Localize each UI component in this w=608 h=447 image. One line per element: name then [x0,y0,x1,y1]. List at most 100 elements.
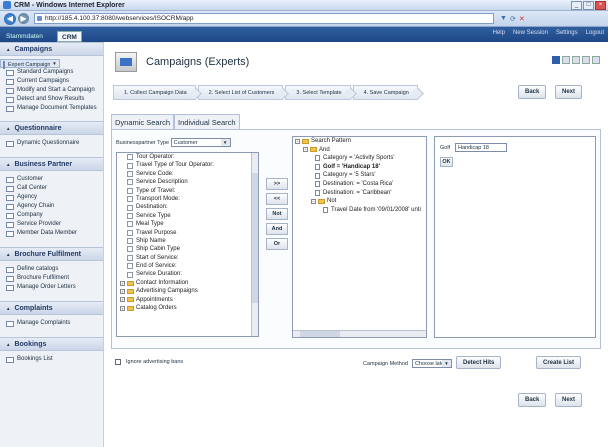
step-select-customers[interactable]: 2. Select List of Customers [197,85,284,100]
save-icon[interactable] [552,56,560,64]
tree-condition[interactable]: Destination: = 'Caribbean' [293,189,426,198]
maximize-button[interactable]: □ [583,1,594,10]
sidebar-section-campaigns[interactable]: Campaigns [0,42,103,56]
back-button-bottom[interactable]: Back [518,393,547,407]
sidebar-item-expert-campaigns[interactable]: Expert Campaigns [0,59,60,69]
export-icon[interactable] [562,56,570,64]
sidebar-item-document-templates[interactable]: Manage Document Templates [0,104,103,113]
list-item[interactable]: Type of Travel: [117,187,258,195]
sidebar-item-order-letters[interactable]: Manage Order Letters [0,283,103,292]
tree-not-node[interactable]: − Not [293,197,426,206]
list-item[interactable]: Travel Purpose [117,229,258,237]
next-button-bottom[interactable]: Next [555,393,583,407]
sidebar-section-questionnaire[interactable]: Questionnaire [0,121,103,135]
tree-and-node[interactable]: − And [293,146,426,155]
detect-hits-button[interactable]: Detect Hits [456,356,502,369]
tree-condition[interactable]: Destination: = 'Costa Rica' [293,180,426,189]
tree-scrollbar[interactable] [293,330,426,337]
sidebar-item-agency[interactable]: Agency [0,193,103,202]
add-button[interactable]: >> [266,178,288,190]
step-collect-data[interactable]: 1. Collect Campaign Data [113,85,196,100]
back-arrow-icon[interactable]: ◀ [4,12,16,25]
list-item[interactable]: Service Description [117,178,258,186]
step-select-template[interactable]: 3. Select Template [285,85,351,100]
not-button[interactable]: Not [266,208,288,220]
settings-link[interactable]: Settings [556,30,578,36]
refresh-icon[interactable]: ⟳ [510,15,516,23]
tab-stammdaten[interactable]: Stammdaten [2,31,47,42]
tab-crm[interactable]: CRM [57,31,82,42]
forward-arrow-icon[interactable]: ▶ [18,13,29,24]
tab-individual-search[interactable]: Individual Search [174,114,240,129]
sidebar-item-detect-results[interactable]: Detect and Show Results [0,95,103,104]
collapse-icon[interactable]: − [311,198,316,204]
sidebar-section-complaints[interactable]: Complaints [0,301,103,315]
list-item[interactable]: Service Code: [117,170,258,178]
and-button[interactable]: And [266,223,288,235]
print-icon[interactable] [572,56,580,64]
folder-item[interactable]: + Contact Information [117,279,258,287]
close-button[interactable]: × [595,1,606,10]
remove-button[interactable]: << [266,193,288,205]
step-save-campaign[interactable]: 4. Save Campaign [352,85,418,100]
sidebar-item-brochure-fulfilment[interactable]: Brochure Fulfilment [0,274,103,283]
list-item[interactable]: Service Duration: [117,270,258,278]
expand-icon[interactable]: + [120,297,125,303]
scroll-thumb[interactable] [300,331,340,337]
sidebar-item-define-catalogs[interactable]: Define catalogs [0,265,103,274]
tree-condition[interactable]: Category = '5 Stars' [293,171,426,180]
sidebar-item-standard-campaigns[interactable]: Standard Campaigns [0,68,103,77]
create-list-button[interactable]: Create List [536,356,582,369]
bp-type-select[interactable]: Customer [170,138,231,147]
minimize-button[interactable]: _ [571,1,582,10]
sidebar-item-modify-campaign[interactable]: Modify and Start a Campaign [0,86,103,95]
tree-condition[interactable]: Travel Date from '09/01/2008' unti [293,206,426,215]
attribute-list[interactable]: Tour Operator: Travel Type of Tour Opera… [116,152,259,337]
list-item[interactable]: Start of Service: [117,254,258,262]
list-scrollbar[interactable] [251,153,258,336]
sidebar-item-company[interactable]: Company [0,211,103,220]
sidebar-section-bookings[interactable]: Bookings [0,337,103,351]
tree-condition[interactable]: Category = 'Activity Sports' [293,154,426,163]
sidebar-item-agency-chain[interactable]: Agency Chain [0,202,103,211]
dropdown-icon[interactable]: ▼ [500,15,507,23]
copy-icon[interactable] [592,56,600,64]
ignore-bans-checkbox[interactable] [115,359,121,365]
new-session-link[interactable]: New Session [513,30,548,36]
sidebar-item-service-provider[interactable]: Service Provider [0,220,103,229]
folder-item[interactable]: + Advertising Campaigns [117,287,258,295]
delete-icon[interactable] [582,56,590,64]
list-item[interactable]: Transport Mode: [117,195,258,203]
sidebar-item-bookings-list[interactable]: Bookings List [0,355,103,364]
expand-icon[interactable]: + [120,280,125,286]
sidebar-item-manage-complaints[interactable]: Manage Complaints [0,319,103,328]
or-button[interactable]: Or [266,238,288,250]
sidebar-item-current-campaigns[interactable]: Current Campaigns [0,77,103,86]
stop-icon[interactable]: ✕ [519,15,525,23]
list-item[interactable]: End of Service: [117,262,258,270]
help-link[interactable]: Help [493,30,505,36]
folder-item[interactable]: + Catalog Orders [117,304,258,312]
tab-dynamic-search[interactable]: Dynamic Search [111,114,175,129]
tree-condition-selected[interactable]: Golf = 'Handicap 18' [293,163,426,172]
list-item[interactable]: Ship Name [117,237,258,245]
logout-link[interactable]: Logout [586,30,604,36]
sidebar-item-call-center[interactable]: Call Center [0,184,103,193]
list-item[interactable]: Travel Type of Tour Operator: [117,161,258,169]
list-item[interactable]: Service Type [117,212,258,220]
sidebar-item-customer[interactable]: Customer [0,175,103,184]
golf-input[interactable]: Handicap 18 [455,143,508,152]
collapse-icon[interactable]: − [303,147,308,153]
folder-item[interactable]: + Appointments [117,296,258,304]
campaign-method-select[interactable]: Choose later [411,359,452,368]
sidebar-item-member-data[interactable]: Member Data Member [0,229,103,238]
ignore-bans-row[interactable]: Ignore advertising bans [115,359,183,365]
tree-root[interactable]: − Search Pattern [293,137,426,146]
list-item[interactable]: Meal Type [117,220,258,228]
sidebar-section-business-partner[interactable]: Business Partner [0,157,103,171]
next-button[interactable]: Next [555,85,583,99]
list-item[interactable]: Destination: [117,203,258,211]
sidebar-item-dynamic-questionnaire[interactable]: Dynamic Questionnaire [0,139,103,148]
search-pattern-tree[interactable]: − Search Pattern − And Category = 'Activit… [292,136,427,338]
url-input[interactable]: http://185.4.100.37:8080/webservices/ISO… [34,13,494,24]
